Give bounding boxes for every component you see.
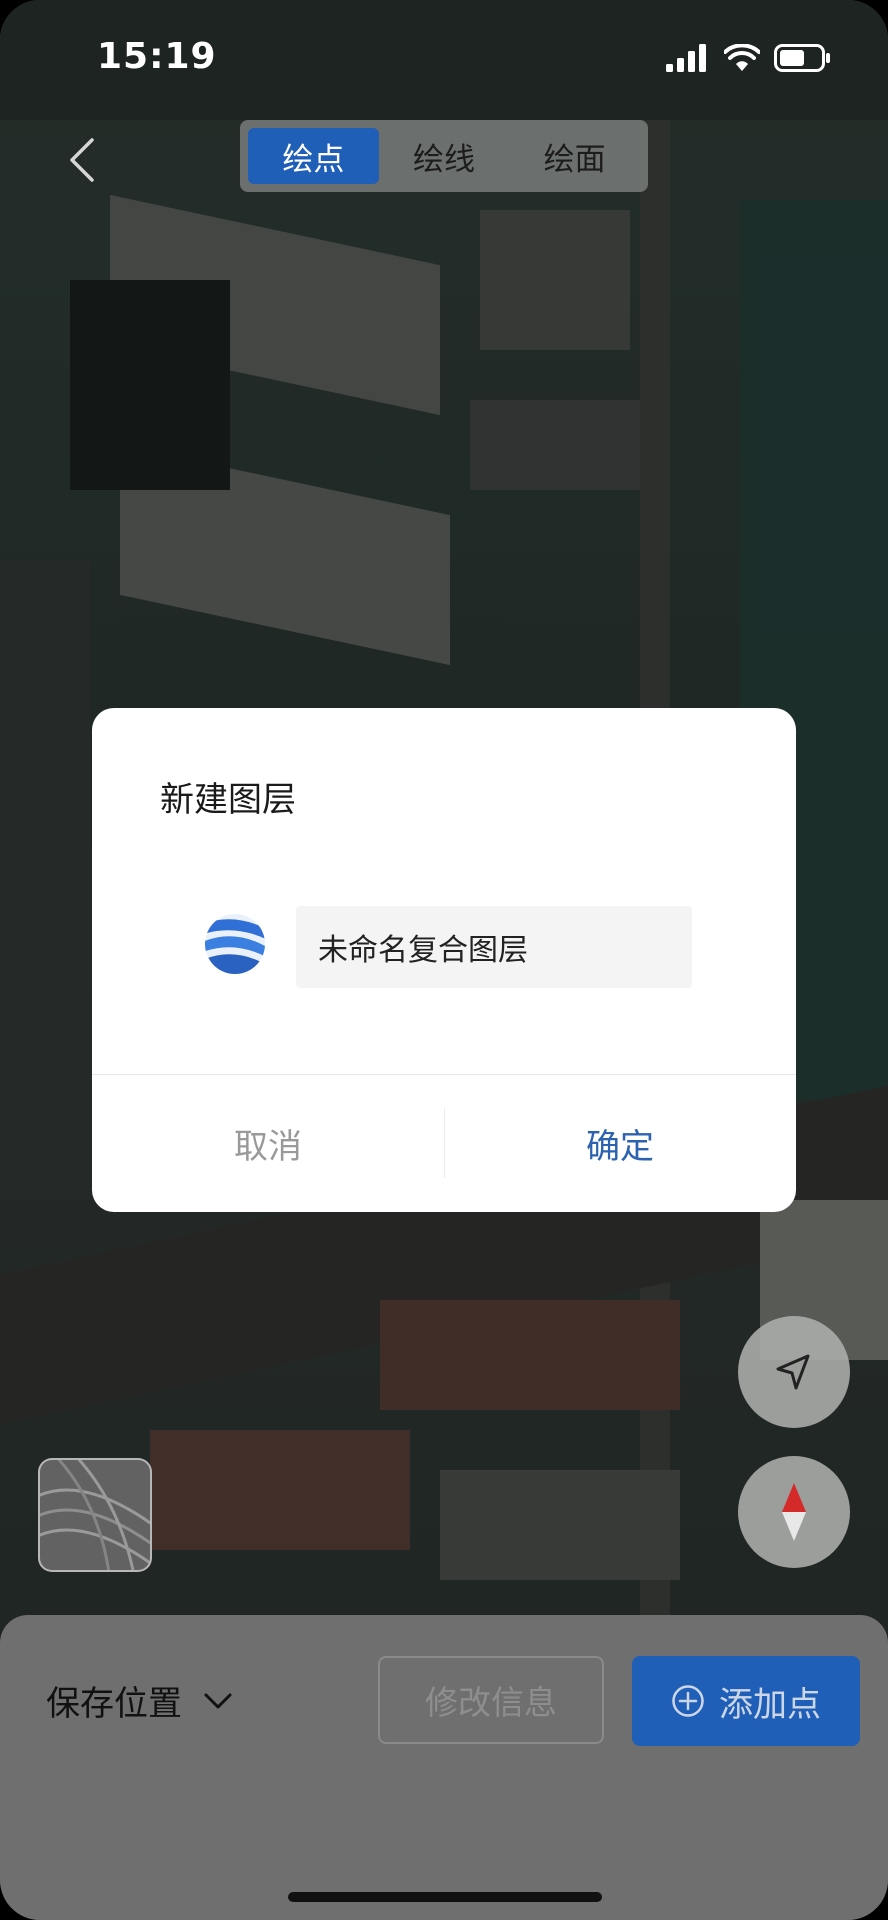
locate-button[interactable] [738,1316,850,1428]
dialog-title: 新建图层 [160,780,296,820]
confirm-button[interactable]: 确定 [444,1075,796,1212]
draw-mode-tabs: 绘点 绘线 绘面 [240,120,648,192]
chevron-left-icon [70,138,94,182]
battery-icon [774,44,830,72]
tab-draw-polygon[interactable]: 绘面 [509,128,640,184]
compass-icon [782,1483,806,1541]
signal-icon [666,44,706,72]
basemap-thumbnail-icon [40,1460,150,1570]
back-button[interactable] [60,132,104,188]
edit-info-button[interactable]: 修改信息 [378,1656,604,1744]
basemap-switch-button[interactable] [38,1458,152,1572]
compass-button[interactable] [738,1456,850,1568]
chevron-down-icon [204,1693,232,1708]
status-icons [666,44,832,72]
plus-circle-icon [672,1685,704,1717]
save-position-label: 保存位置 [46,1684,182,1724]
globe-icon [205,914,265,974]
layer-name-input[interactable] [296,906,692,988]
navigation-arrow-icon [776,1354,810,1390]
tab-draw-point[interactable]: 绘点 [248,128,379,184]
app-screen: 15:19 绘点 绘线 绘面 保存位置 修改信息 添加点 新建图层 未命名复合图… [0,0,888,1920]
tab-draw-line[interactable]: 绘线 [379,128,510,184]
new-layer-dialog: 新建图层 取消 确定 [92,708,796,1212]
add-point-label: 添加点 [719,1684,821,1725]
home-indicator [288,1892,602,1902]
status-time: 15:19 [97,36,217,77]
add-point-button[interactable]: 添加点 [632,1656,860,1746]
save-position-selector[interactable]: 保存位置 [46,1676,232,1725]
cancel-button[interactable]: 取消 [92,1075,444,1212]
wifi-icon [724,44,760,71]
